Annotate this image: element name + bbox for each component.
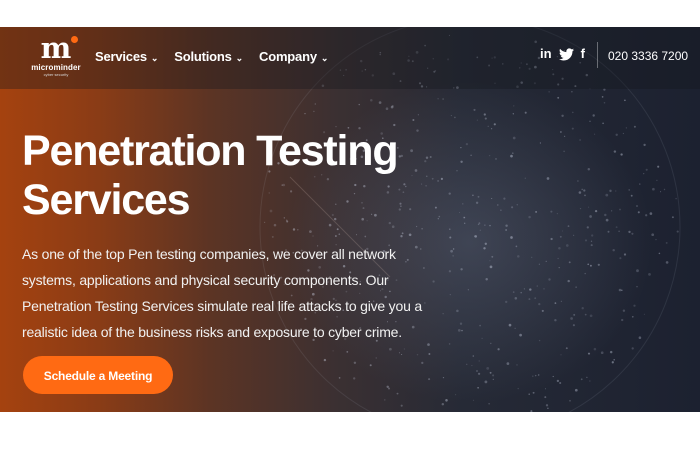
chevron-down-icon: ⌄ — [235, 53, 244, 63]
schedule-meeting-button[interactable]: Schedule a Meeting — [23, 356, 173, 394]
logo-tagline: cyber security — [43, 72, 69, 77]
chevron-down-icon: ⌄ — [150, 53, 159, 63]
hero-section: m microminder cyber security Services ⌄ S… — [0, 27, 700, 412]
nav-item-label: Services — [95, 49, 147, 64]
page-title: Penetration Testing Services — [22, 127, 442, 225]
main-menu: Services ⌄ Solutions ⌄ Company ⌄ — [95, 49, 328, 64]
phone-number[interactable]: 020 3336 7200 — [608, 49, 688, 63]
facebook-icon[interactable]: f — [581, 46, 585, 62]
nav-item-label: Company — [259, 49, 317, 64]
logo[interactable]: m microminder cyber security — [28, 33, 84, 85]
twitter-icon[interactable] — [558, 47, 574, 61]
hero-description: As one of the top Pen testing companies,… — [22, 246, 422, 340]
linkedin-icon[interactable]: in — [540, 46, 552, 62]
top-navbar: m microminder cyber security Services ⌄ S… — [0, 27, 700, 89]
chevron-down-icon: ⌄ — [320, 53, 329, 63]
nav-item-services[interactable]: Services ⌄ — [95, 49, 158, 64]
social-links: in f — [540, 46, 585, 62]
navbar-divider — [597, 42, 598, 68]
logo-accent-dot — [71, 36, 79, 43]
title-line-1: Penetration Testing — [22, 127, 399, 175]
title-line-2: Services — [22, 176, 191, 224]
nav-item-solutions[interactable]: Solutions ⌄ — [174, 49, 243, 64]
nav-item-company[interactable]: Company ⌄ — [259, 49, 328, 64]
logo-mark: m — [41, 33, 79, 63]
nav-item-label: Solutions — [174, 49, 232, 64]
